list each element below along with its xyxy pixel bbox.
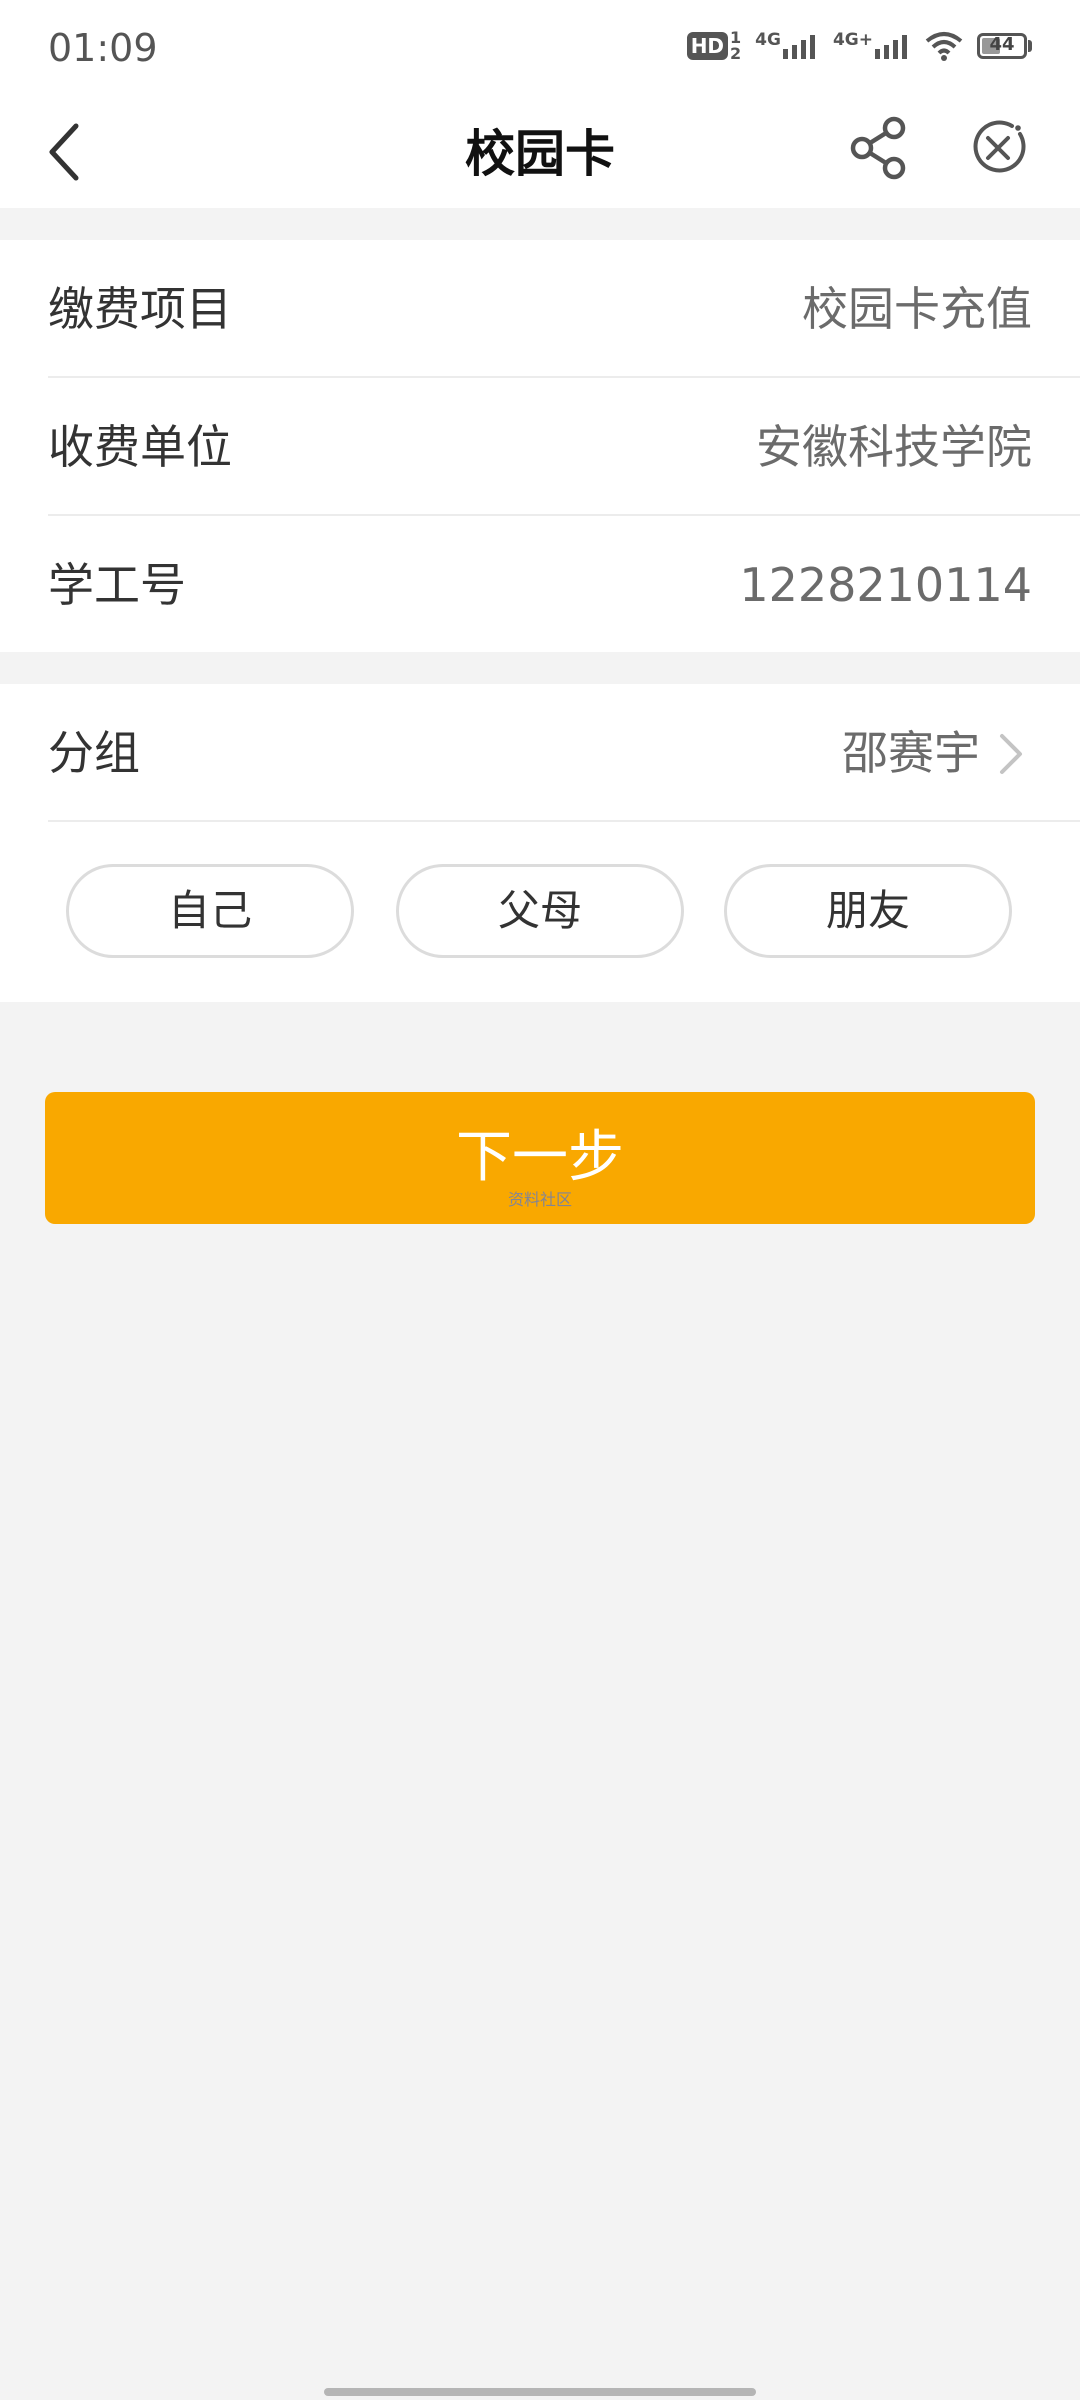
info-row-payee: 收费单位 安徽科技学院 <box>0 378 1080 516</box>
row-label: 缴费项目 <box>48 282 232 336</box>
wifi-icon <box>925 32 963 61</box>
divider <box>48 820 1080 822</box>
row-value: 校园卡充值 <box>802 282 1032 336</box>
group-option-self[interactable]: 自己 <box>66 864 354 958</box>
nav-bar: 校园卡 <box>0 96 1080 208</box>
hd-badge: HD <box>686 32 729 60</box>
group-option-friends[interactable]: 朋友 <box>724 864 1012 958</box>
group-option-parents[interactable]: 父母 <box>396 864 684 958</box>
row-value: 1228210114 <box>739 558 1032 612</box>
group-value: 邵赛宇 <box>842 726 980 780</box>
battery-icon: 44 <box>977 33 1032 59</box>
row-value: 安徽科技学院 <box>756 420 1032 474</box>
group-row[interactable]: 分组 邵赛宇 <box>0 684 1080 822</box>
info-row-item: 缴费项目 校园卡充值 <box>0 240 1080 378</box>
home-indicator[interactable] <box>324 2388 756 2396</box>
status-bar: 01:09 HD 1 2 4G 4G+ 44 <box>0 0 1080 96</box>
chevron-right-icon[interactable] <box>990 730 1030 778</box>
page-title: 校园卡 <box>465 125 615 183</box>
sim2-signal: 4G+ <box>833 32 911 59</box>
group-label: 分组 <box>48 726 140 780</box>
status-time: 01:09 <box>48 26 158 70</box>
signal-icon <box>875 35 907 59</box>
row-label: 收费单位 <box>48 420 232 474</box>
payment-info-card: 缴费项目 校园卡充值 收费单位 安徽科技学院 学工号 1228210114 <box>0 240 1080 652</box>
back-arrow-icon[interactable] <box>38 116 108 186</box>
status-icons: HD 1 2 4G 4G+ 44 <box>686 30 1032 62</box>
info-row-student-id: 学工号 1228210114 <box>0 516 1080 654</box>
hd-indicator: HD 1 2 <box>686 30 741 62</box>
sim1-signal: 4G <box>755 32 819 59</box>
watermark: 资料社区 <box>507 1190 572 1209</box>
signal-icon <box>782 35 815 59</box>
close-circle-icon[interactable] <box>962 112 1034 184</box>
share-icon[interactable] <box>844 112 916 184</box>
row-label: 学工号 <box>48 558 186 612</box>
